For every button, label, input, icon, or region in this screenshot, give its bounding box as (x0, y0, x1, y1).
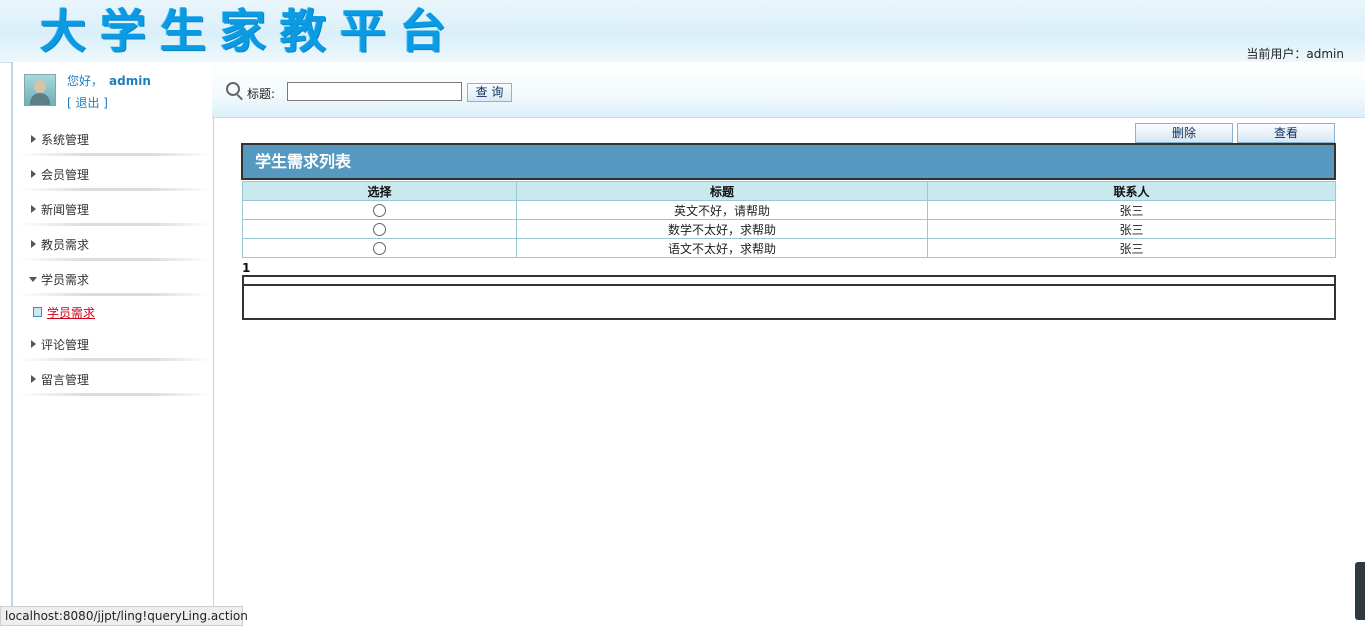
column-header-title: 标题 (516, 181, 928, 201)
submenu-item-label[interactable]: 学员需求 (47, 304, 95, 321)
page-number[interactable]: 1 (242, 261, 250, 275)
chevron-down-icon (29, 277, 37, 282)
row-radio[interactable] (373, 204, 386, 217)
greeting-text: 您好， (67, 74, 104, 88)
select-cell (242, 238, 517, 258)
chevron-right-icon (31, 240, 36, 248)
column-header-contact: 联系人 (927, 181, 1336, 201)
menu-item-tutor-demand[interactable]: 教员需求 (13, 227, 211, 261)
table-row: 语文不太好，求帮助 张三 (242, 238, 1336, 258)
logout-link[interactable]: [ 退出 ] (67, 94, 108, 111)
menu-item-messages[interactable]: 留言管理 (13, 362, 211, 396)
status-bar-url: localhost:8080/jjpt/ling!queryLing.actio… (0, 606, 248, 626)
username: admin (109, 74, 151, 88)
select-cell (242, 219, 517, 239)
scrollbar-thumb[interactable] (1355, 562, 1365, 620)
contact-cell: 张三 (927, 238, 1336, 258)
title-cell: 数学不太好，求帮助 (516, 219, 928, 239)
search-toolbar: 标题: 查 询 (212, 62, 1365, 118)
menu-item-label: 会员管理 (41, 168, 90, 182)
current-user-label: 当前用户：admin (1246, 47, 1344, 61)
chevron-right-icon (31, 170, 36, 178)
table-row: 数学不太好，求帮助 张三 (242, 219, 1336, 239)
chevron-right-icon (31, 135, 36, 143)
menu-item-news[interactable]: 新闻管理 (13, 192, 211, 226)
menu-item-comments[interactable]: 评论管理 (13, 327, 211, 361)
menu-item-label: 评论管理 (41, 338, 90, 352)
menu-item-label: 学员需求 (41, 273, 90, 287)
contact-cell: 张三 (927, 219, 1336, 239)
chevron-right-icon (31, 375, 36, 383)
select-cell (242, 200, 517, 220)
menu-item-label: 系统管理 (41, 133, 90, 147)
title-search-input[interactable] (287, 82, 462, 101)
document-icon (33, 307, 42, 317)
title-cell: 语文不太好，求帮助 (516, 238, 928, 258)
avatar (24, 74, 56, 106)
menu-item-members[interactable]: 会员管理 (13, 157, 211, 191)
row-radio[interactable] (373, 242, 386, 255)
view-button[interactable]: 查看 (1237, 123, 1335, 143)
pager-box (242, 275, 1336, 320)
contact-cell: 张三 (927, 200, 1336, 220)
menu-item-label: 留言管理 (41, 373, 90, 387)
demand-table: 选择 标题 联系人 英文不好，请帮助 张三 数学不太好，求帮助 张三 语文不太好… (242, 181, 1336, 258)
chevron-right-icon (31, 205, 36, 213)
column-header-select: 选择 (242, 181, 517, 201)
query-button[interactable]: 查 询 (467, 83, 512, 102)
row-radio[interactable] (373, 223, 386, 236)
menu-item-label: 新闻管理 (41, 203, 90, 217)
menu-item-system[interactable]: 系统管理 (13, 122, 211, 156)
site-logo: 大学生家教平台 (40, 4, 460, 58)
greeting: 您好， admin (67, 72, 151, 89)
title-cell: 英文不好，请帮助 (516, 200, 928, 220)
menu-item-label: 教员需求 (41, 238, 90, 252)
table-header-row: 选择 标题 联系人 (242, 181, 1336, 201)
list-title: 学生需求列表 (241, 143, 1336, 180)
menu-item-student-demand[interactable]: 学员需求 (13, 262, 211, 296)
user-box: 您好， admin [ 退出 ] (23, 72, 208, 117)
search-label: 标题: (247, 87, 276, 101)
sidebar: 您好， admin [ 退出 ] 系统管理 会员管理 新闻管理 教员需求 学员需求… (11, 62, 214, 626)
table-row: 英文不好，请帮助 张三 (242, 200, 1336, 220)
chevron-right-icon (31, 340, 36, 348)
header: 大学生家教平台 当前用户：admin (0, 0, 1365, 63)
delete-button[interactable]: 删除 (1135, 123, 1233, 143)
search-icon (226, 82, 240, 96)
